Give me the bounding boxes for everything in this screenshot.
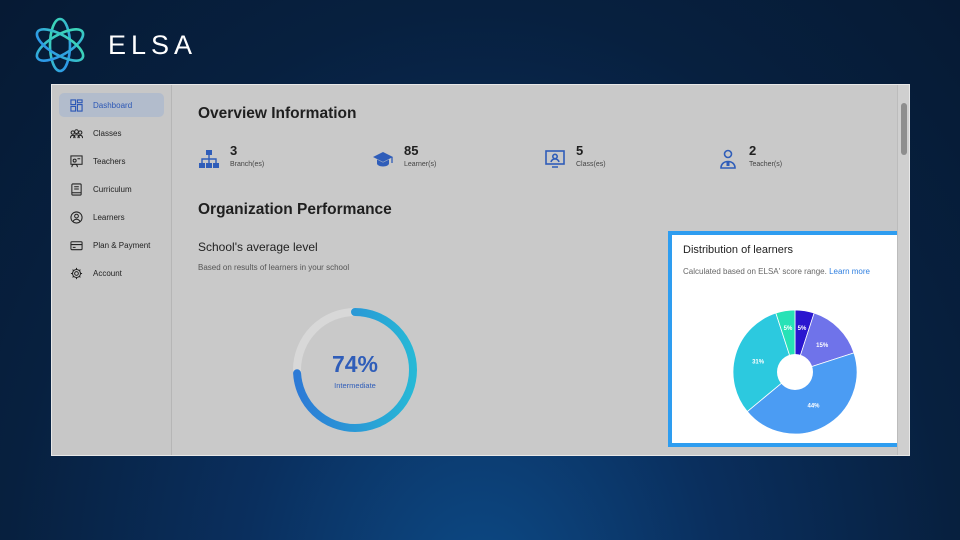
stat-teachers: 2 Teacher(s) [717, 143, 782, 170]
distribution-subtitle: Calculated based on ELSA' score range. L… [683, 267, 870, 276]
sidebar-item-label: Plan & Payment [93, 240, 151, 250]
sidebar-item-label: Account [93, 268, 122, 278]
average-level-percent: 74% [331, 351, 379, 377]
pie-center-hole [777, 354, 813, 390]
stat-value: 5 [576, 143, 584, 158]
distribution-card: Distribution of learners Calculated base… [668, 231, 909, 447]
credit-card-icon [70, 240, 83, 250]
sidebar-item-dashboard[interactable]: Dashboard [59, 93, 164, 117]
app-window: Dashboard Classes Teachers Curriculum Le… [51, 84, 910, 456]
average-level-title: School's average level [198, 240, 318, 254]
average-level-subtitle: Based on results of learners in your sch… [198, 263, 350, 272]
stat-branches: 3 Branch(es) [198, 143, 264, 170]
brand-name: ELSA [108, 29, 198, 60]
performance-title: Organization Performance [198, 201, 392, 218]
pie-slice-label: 44% [808, 404, 821, 410]
sidebar-item-account[interactable]: Account [59, 261, 164, 285]
stat-label: Branch(es) [230, 161, 265, 168]
sidebar-item-plan-payment[interactable]: Plan & Payment [59, 233, 164, 257]
sidebar-item-label: Curriculum [93, 184, 132, 194]
stat-value: 2 [749, 143, 757, 158]
graduation-cap-icon [373, 152, 393, 167]
classroom-screen-icon [545, 150, 565, 168]
pie-slice-label: 5% [784, 326, 793, 332]
distribution-subtitle-text: Calculated based on ELSA' score range. [683, 267, 827, 276]
distribution-pie-chart: 5% 15% 44% 31% 5% [732, 309, 858, 435]
sidebar-item-label: Classes [93, 128, 122, 138]
overview-title: Overview Information [198, 105, 357, 122]
sidebar-item-curriculum[interactable]: Curriculum [59, 177, 164, 201]
elsa-logo: ELSA [30, 14, 197, 76]
main-content: Overview Information 3 Branch(es) 85 Lea… [172, 85, 909, 455]
user-circle-icon [70, 210, 83, 224]
learn-more-link[interactable]: Learn more [829, 267, 870, 276]
pie-slice-label: 31% [752, 359, 765, 365]
stat-label: Teacher(s) [749, 161, 783, 168]
sidebar-item-teachers[interactable]: Teachers [59, 149, 164, 173]
sidebar-item-classes[interactable]: Classes [59, 121, 164, 145]
pie-slice-label: 5% [798, 326, 807, 332]
stat-value: 3 [230, 143, 238, 158]
dashboard-grid-icon [70, 98, 83, 112]
teacher-board-icon [70, 154, 83, 167]
hierarchy-icon [199, 150, 219, 168]
stat-value: 85 [404, 143, 419, 158]
scrollbar-thumb[interactable] [901, 103, 907, 155]
sidebar-item-label: Teachers [93, 156, 126, 166]
sidebar-item-learners[interactable]: Learners [59, 205, 164, 229]
stat-learners: 85 Learner(s) [372, 143, 436, 170]
sidebar-item-label: Learners [93, 212, 125, 222]
sidebar-item-label: Dashboard [93, 100, 133, 110]
distribution-title: Distribution of learners [683, 244, 794, 256]
stat-label: Learner(s) [404, 161, 437, 168]
elsa-logo-icon [35, 17, 85, 73]
stat-label: Class(es) [576, 161, 606, 168]
sidebar: Dashboard Classes Teachers Curriculum Le… [52, 85, 172, 455]
vertical-scrollbar[interactable] [897, 85, 909, 455]
average-level-label: Intermediate [334, 381, 376, 390]
gear-icon [70, 267, 83, 279]
book-icon [71, 182, 82, 196]
group-icon [70, 128, 83, 138]
pie-slice-label: 15% [816, 343, 829, 349]
stat-classes: 5 Class(es) [544, 143, 606, 170]
teacher-person-icon [720, 149, 736, 169]
